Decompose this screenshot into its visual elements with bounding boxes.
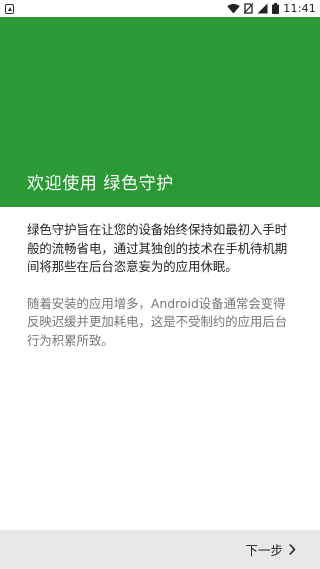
intro-screen: 11:41 欢迎使用 绿色守护 绿色守护旨在让您的设备始终保持如最初入手时般的流…	[0, 0, 320, 569]
battery-icon	[272, 3, 280, 14]
status-bar-right: 11:41	[227, 2, 316, 15]
intro-paragraph-main: 绿色守护旨在让您的设备始终保持如最初入手时般的流畅省电，通过其独创的技术在手机待…	[27, 222, 288, 274]
bottom-navigation-bar: 下一步	[0, 530, 320, 569]
next-button-label: 下一步	[245, 543, 283, 558]
next-button[interactable]: 下一步	[245, 540, 296, 559]
intro-content: 绿色守护旨在让您的设备始终保持如最初入手时般的流畅省电，通过其独创的技术在手机待…	[0, 207, 320, 350]
page-title: 欢迎使用 绿色守护	[27, 174, 174, 194]
status-bar-left	[5, 3, 14, 14]
no-sim-icon	[244, 3, 254, 14]
status-bar: 11:41	[0, 0, 320, 17]
intro-paragraph-secondary: 随着安装的应用增多，Android设备通常会变得反映迟缓并更加耗电，这是不受制约…	[27, 295, 288, 348]
chevron-right-icon	[289, 544, 296, 555]
welcome-header: 欢迎使用 绿色守护	[0, 17, 320, 207]
status-time: 11:41	[283, 2, 316, 15]
signal-icon	[257, 3, 268, 14]
app-notification-icon	[5, 3, 14, 14]
wifi-icon	[227, 3, 240, 14]
